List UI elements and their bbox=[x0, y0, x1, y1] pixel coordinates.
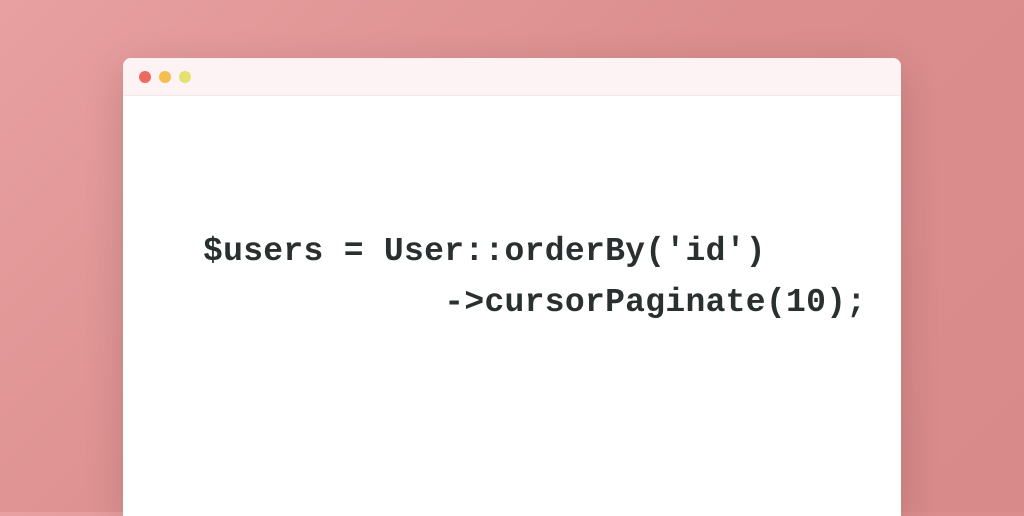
minimize-icon[interactable] bbox=[159, 71, 171, 83]
code-window: $users = User::orderBy('id') ->cursorPag… bbox=[123, 58, 901, 516]
maximize-icon[interactable] bbox=[179, 71, 191, 83]
code-block: $users = User::orderBy('id') ->cursorPag… bbox=[203, 226, 841, 328]
window-titlebar bbox=[123, 58, 901, 96]
window-content: $users = User::orderBy('id') ->cursorPag… bbox=[123, 96, 901, 516]
code-line-1: $users = User::orderBy('id') bbox=[203, 233, 766, 270]
code-line-2: ->cursorPaginate(10); bbox=[203, 284, 866, 321]
close-icon[interactable] bbox=[139, 71, 151, 83]
